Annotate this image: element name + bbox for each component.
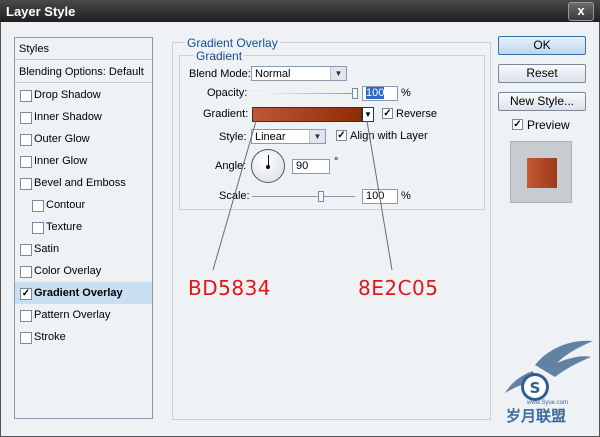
start-color-annotation: BD5834 <box>188 276 272 300</box>
annotation-line-left <box>212 120 257 271</box>
end-color-annotation: 8E2C05 <box>358 276 439 300</box>
svg-text:S: S <box>530 379 541 397</box>
watermark-text: 岁月联盟 <box>506 407 567 425</box>
watermark-url: www.Syue.com <box>527 400 569 406</box>
annotation-line-right <box>366 120 393 271</box>
